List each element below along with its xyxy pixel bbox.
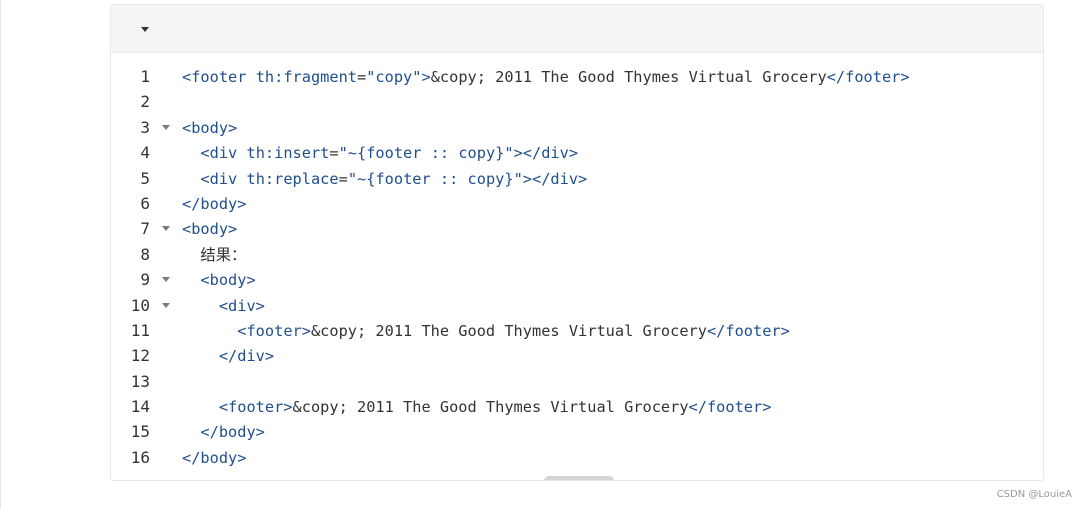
line-number: 14 <box>130 397 150 417</box>
code-text: <footer th:fragment="copy">&copy; 2011 T… <box>182 66 910 88</box>
code-text: <body> <box>182 117 237 139</box>
code-token: <footer <box>182 68 247 86</box>
code-token: </footer> <box>688 398 772 417</box>
code-line: 8 结果： <box>111 242 1043 267</box>
code-token: <div <box>200 169 238 188</box>
code-text: <footer>&copy; 2011 The Good Thymes Virt… <box>182 320 790 342</box>
code-text: <body> <box>182 218 237 240</box>
line-number: 9 <box>140 270 150 290</box>
line-number: 16 <box>130 447 150 467</box>
line-number: 3 <box>140 117 150 137</box>
left-divider <box>0 0 1 509</box>
code-token: ></div> <box>513 144 579 163</box>
code-token: <body> <box>200 271 256 290</box>
code-line: 16 </body> <box>111 445 1043 470</box>
code-token: > <box>421 68 431 86</box>
code-token: <body> <box>182 118 238 137</box>
code-text: <div th:insert="~{footer :: copy}"></div… <box>182 142 578 164</box>
code-line: 11 <footer>&copy; 2011 The Good Thymes V… <box>111 318 1043 343</box>
code-line: 14 <footer>&copy; 2011 The Good Thymes V… <box>111 394 1043 419</box>
code-lines: 1 <footer th:fragment="copy">&copy; 2011 … <box>111 64 1043 470</box>
code-token: th:fragment <box>255 68 357 86</box>
code-token: </body> <box>200 423 265 442</box>
code-token: </body> <box>182 194 247 213</box>
code-token: &copy; 2011 The Good Thymes Virtual Groc… <box>430 68 827 86</box>
line-number: 8 <box>140 244 150 264</box>
line-number: 7 <box>140 219 150 239</box>
code-token: </footer> <box>826 68 910 86</box>
fold-toggle-icon[interactable] <box>162 226 170 232</box>
code-line: 6 </body> <box>111 191 1043 216</box>
code-token: 结果： <box>200 245 247 264</box>
code-token: </footer> <box>706 321 790 340</box>
code-line: 2 <box>111 89 1043 114</box>
code-text: <body> <box>182 269 256 291</box>
code-text: 结果： <box>182 244 246 266</box>
code-token: <footer> <box>218 398 293 417</box>
code-token: <div <box>200 144 238 163</box>
code-token: &copy; 2011 The Good Thymes Virtual Groc… <box>292 398 689 417</box>
horizontal-scrollbar-thumb[interactable] <box>544 476 614 480</box>
code-token: th:replace <box>246 169 339 188</box>
code-line: 1 <footer th:fragment="copy">&copy; 2011 … <box>111 64 1043 89</box>
code-token: "~{footer :: copy}" <box>347 169 523 188</box>
line-number: 2 <box>140 92 150 112</box>
fold-toggle-icon[interactable] <box>162 302 170 308</box>
code-token: = <box>357 68 367 86</box>
watermark: CSDN @LouieA <box>996 489 1072 500</box>
code-token: &copy; 2011 The Good Thymes Virtual Groc… <box>310 321 707 340</box>
code-text: </body> <box>182 447 246 469</box>
code-token: = <box>329 144 339 163</box>
code-token: <footer> <box>237 321 311 340</box>
line-number: 12 <box>130 346 150 366</box>
code-line: 13 <box>111 369 1043 394</box>
line-number: 5 <box>140 168 150 188</box>
code-text: </body> <box>182 193 246 215</box>
code-line: 10 <div> <box>111 293 1043 318</box>
code-text: <div> <box>182 295 265 317</box>
caret-down-icon[interactable] <box>141 27 149 32</box>
code-token: </div> <box>218 347 275 366</box>
line-number: 13 <box>130 371 150 391</box>
code-line: 4 <div th:insert="~{footer :: copy}"></d… <box>111 140 1043 165</box>
line-number: 6 <box>140 193 150 213</box>
line-number: 10 <box>130 295 150 315</box>
code-token: th:insert <box>246 144 330 163</box>
code-token: <body> <box>182 220 238 239</box>
code-token: "~{footer :: copy}" <box>338 144 514 163</box>
fold-toggle-icon[interactable] <box>162 124 170 130</box>
code-token: = <box>338 169 348 188</box>
line-number: 1 <box>140 67 150 86</box>
code-line: 3 <body> <box>111 115 1043 140</box>
code-text: </div> <box>182 345 274 367</box>
code-line: 15 </body> <box>111 419 1043 444</box>
line-number: 15 <box>130 422 150 442</box>
code-block-header <box>111 5 1043 53</box>
code-line: 12 </div> <box>111 343 1043 368</box>
code-token: <div> <box>218 296 265 315</box>
code-token: ></div> <box>522 169 588 188</box>
code-text: <footer>&copy; 2011 The Good Thymes Virt… <box>182 396 772 418</box>
code-line: 9 <body> <box>111 267 1043 292</box>
code-line: 5 <div th:replace="~{footer :: copy}"></… <box>111 166 1043 191</box>
code-block: 1 <footer th:fragment="copy">&copy; 2011 … <box>110 4 1044 481</box>
line-number: 4 <box>140 143 150 163</box>
line-number: 11 <box>130 320 150 340</box>
fold-toggle-icon[interactable] <box>162 277 170 283</box>
code-token: </body> <box>182 448 247 467</box>
code-text: <div th:replace="~{footer :: copy}"></di… <box>182 168 587 190</box>
code-token: "copy" <box>366 68 422 86</box>
code-text: </body> <box>182 421 265 443</box>
code-line: 7 <body> <box>111 216 1043 241</box>
